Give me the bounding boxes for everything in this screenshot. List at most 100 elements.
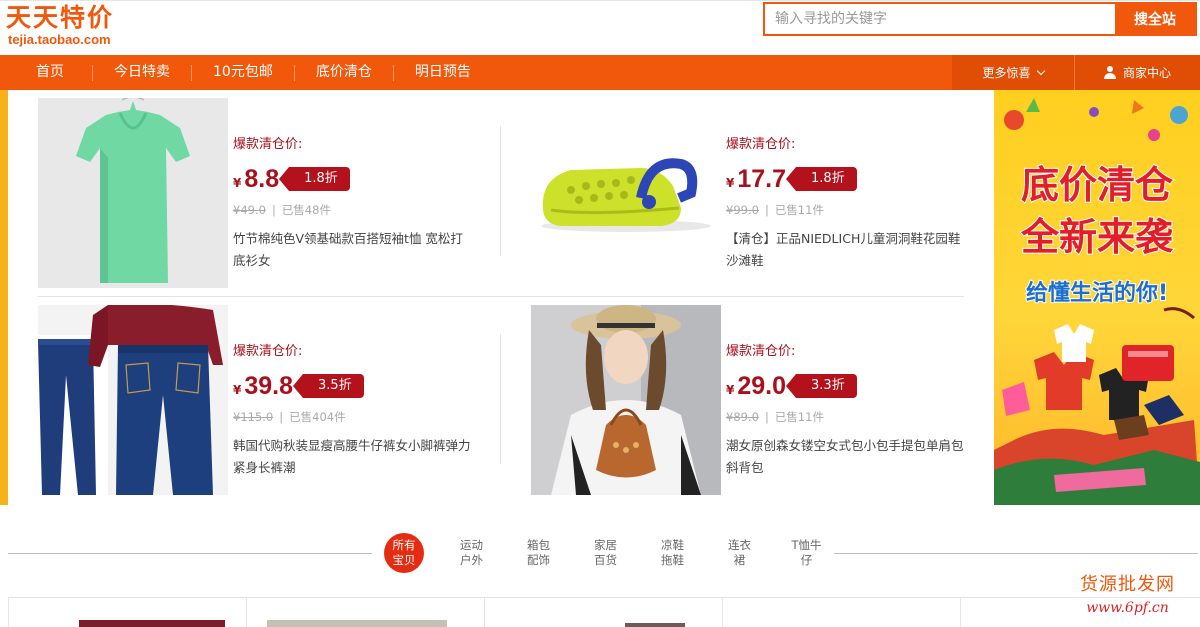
product-card[interactable]: 爆款清仓价: ¥ 17.7 1.8折 ¥99.0 | 已售11件 【清仓】正品NIE…	[531, 98, 991, 288]
main-nav: 首页 今日特卖 10元包邮 底价清仓 明日预告 更多惊喜 商家中心	[0, 55, 1200, 90]
discount-tag: 3.5折	[293, 374, 364, 398]
clearance-price-label: 爆款清仓价:	[233, 137, 303, 152]
price: 17.7	[737, 164, 787, 193]
logo-url: tejia.taobao.com	[8, 32, 111, 47]
original-price: ¥89.0	[726, 410, 759, 424]
product-info: 爆款清仓价: ¥ 17.7 1.8折 ¥99.0 | 已售11件 【清仓】正品NIE…	[726, 136, 966, 272]
category-tab-line2: 拖鞋	[661, 553, 684, 567]
clearance-price-label: 爆款清仓价:	[233, 344, 303, 359]
product-info: 爆款清仓价: ¥ 8.8 1.8折 ¥49.0 | 已售48件 竹节棉纯色V领基础款…	[233, 136, 473, 272]
sold-count: 已售404件	[289, 410, 346, 424]
price-row: ¥ 8.8 1.8折	[233, 164, 473, 194]
merchant-center-link[interactable]: 商家中心	[1074, 55, 1200, 90]
product-image-clog[interactable]	[531, 98, 721, 288]
discount-tag: 3.3折	[786, 374, 857, 398]
product-title[interactable]: 【清仓】正品NIEDLICH儿童洞洞鞋花园鞋沙滩鞋	[726, 228, 966, 272]
nav-item-clearance[interactable]: 底价清仓	[295, 55, 393, 90]
search-box: 搜全站	[763, 2, 1197, 36]
product-title[interactable]: 潮女原创森女镂空女式包小包手提包单肩包斜背包	[726, 435, 966, 479]
category-tab-line2: 百货	[594, 553, 617, 567]
more-surprises-dropdown[interactable]: 更多惊喜	[952, 55, 1074, 90]
category-tab-home[interactable]: 家居 百货	[572, 533, 639, 573]
product-image-partial	[79, 620, 225, 627]
product-card-partial[interactable]	[722, 598, 960, 627]
price-row: ¥ 17.7 1.8折	[726, 164, 966, 194]
sold-count: 已售11件	[774, 203, 824, 217]
meta-divider: |	[279, 410, 284, 424]
category-tab-line2: 户外	[460, 553, 483, 567]
product-info: 爆款清仓价: ¥ 29.0 3.3折 ¥89.0 | 已售11件 潮女原创森女镂空女…	[726, 343, 966, 479]
category-tabs: 所有 宝贝 运动 户外 箱包 配饰 家居 百货 凉鞋 拖鞋 连衣 裙 T恤牛 仔	[384, 533, 840, 573]
product-card[interactable]: 爆款清仓价: ¥ 39.8 3.5折 ¥115.0 | 已售404件 韩国代购秋装显…	[38, 305, 498, 495]
category-tab-bags[interactable]: 箱包 配饰	[505, 533, 572, 573]
nav-item-home[interactable]: 首页	[0, 55, 92, 90]
price-meta: ¥115.0 | 已售404件	[233, 409, 473, 425]
product-title[interactable]: 竹节棉纯色V领基础款百搭短袖t恤 宽松打底衫女	[233, 228, 473, 272]
product-image-handbag[interactable]	[531, 305, 721, 495]
discount-tag: 1.8折	[786, 167, 857, 191]
original-price: ¥115.0	[233, 410, 274, 424]
product-title[interactable]: 韩国代购秋装显瘦高腰牛仔裤女小脚裤弹力紧身长裤潮	[233, 435, 473, 479]
category-tab-line2: 仔	[800, 553, 813, 567]
category-tab-sports[interactable]: 运动 户外	[438, 533, 505, 573]
sold-count: 已售48件	[281, 203, 331, 217]
price-row: ¥ 39.8 3.5折	[233, 371, 473, 401]
meta-divider: |	[764, 203, 769, 217]
promo-line-2: 全新来袭	[1020, 215, 1174, 259]
category-tab-tshirts-jeans[interactable]: T恤牛 仔	[773, 533, 840, 573]
price: 29.0	[737, 371, 787, 400]
category-tab-all[interactable]: 所有 宝贝	[384, 533, 424, 573]
category-tab-line1: 凉鞋	[661, 538, 684, 552]
original-price: ¥49.0	[233, 203, 266, 217]
clearance-price-label: 爆款清仓价:	[726, 344, 796, 359]
nav-item-preview[interactable]: 明日预告	[394, 55, 492, 90]
currency-symbol: ¥	[726, 383, 735, 397]
product-card-partial[interactable]	[246, 598, 484, 627]
product-image-jeans[interactable]	[38, 305, 228, 495]
nav-item-today[interactable]: 今日特卖	[93, 55, 191, 90]
product-card-partial[interactable]	[8, 598, 246, 627]
search-button[interactable]: 搜全站	[1115, 4, 1195, 34]
header: 天天特价 tejia.taobao.com 搜全站	[0, 0, 1200, 55]
left-edge-accent	[0, 90, 8, 505]
product-card-partial[interactable]	[484, 598, 722, 627]
original-price: ¥99.0	[726, 203, 759, 217]
price-meta: ¥89.0 | 已售11件	[726, 409, 966, 425]
category-tab-sandals[interactable]: 凉鞋 拖鞋	[639, 533, 706, 573]
category-tab-line2: 裙	[733, 553, 746, 567]
meta-divider: |	[764, 410, 769, 424]
logo[interactable]: 天天特价 tejia.taobao.com	[6, 3, 114, 47]
nav-item-free-shipping[interactable]: 10元包邮	[192, 55, 294, 90]
product-image-tshirt[interactable]	[38, 98, 228, 288]
currency-symbol: ¥	[233, 383, 242, 397]
more-surprises-label: 更多惊喜	[982, 66, 1031, 80]
product-image-partial	[625, 623, 685, 627]
category-tab-line1: 运动	[460, 538, 483, 552]
promo-line-3: 给懂生活的你!	[1026, 280, 1168, 306]
product-grid: 爆款清仓价: ¥ 8.8 1.8折 ¥49.0 | 已售48件 竹节棉纯色V领基础款…	[8, 90, 994, 505]
category-tab-line2: 配饰	[527, 553, 550, 567]
price: 8.8	[244, 164, 280, 193]
clearance-price-label: 爆款清仓价:	[726, 137, 796, 152]
category-tab-line2: 宝贝	[392, 553, 416, 567]
price-row: ¥ 29.0 3.3折	[726, 371, 966, 401]
price: 39.8	[244, 371, 294, 400]
category-tab-line1: T恤牛	[791, 538, 822, 552]
watermark-line-2: www.6pf.cn	[1086, 600, 1169, 616]
product-card[interactable]: 爆款清仓价: ¥ 29.0 3.3折 ¥89.0 | 已售11件 潮女原创森女镂空女…	[531, 305, 991, 495]
product-card[interactable]: 爆款清仓价: ¥ 8.8 1.8折 ¥49.0 | 已售48件 竹节棉纯色V领基础款…	[38, 98, 498, 288]
search-input[interactable]	[765, 4, 1115, 34]
discount-tag: 1.8折	[279, 167, 350, 191]
row-divider	[38, 296, 964, 297]
category-tab-line1: 箱包	[527, 538, 550, 552]
product-image-partial	[267, 620, 447, 627]
category-divider-left	[8, 553, 372, 554]
category-tab-dresses[interactable]: 连衣 裙	[706, 533, 773, 573]
promo-banner[interactable]: 底价清仓 全新来袭 给懂生活的你!	[994, 90, 1200, 505]
category-tab-line1: 连衣	[728, 538, 751, 552]
category-divider-right	[834, 553, 1198, 554]
category-tab-line1: 家居	[594, 538, 617, 552]
meta-divider: |	[271, 203, 276, 217]
chevron-down-icon	[1036, 66, 1045, 75]
column-divider	[500, 334, 501, 464]
